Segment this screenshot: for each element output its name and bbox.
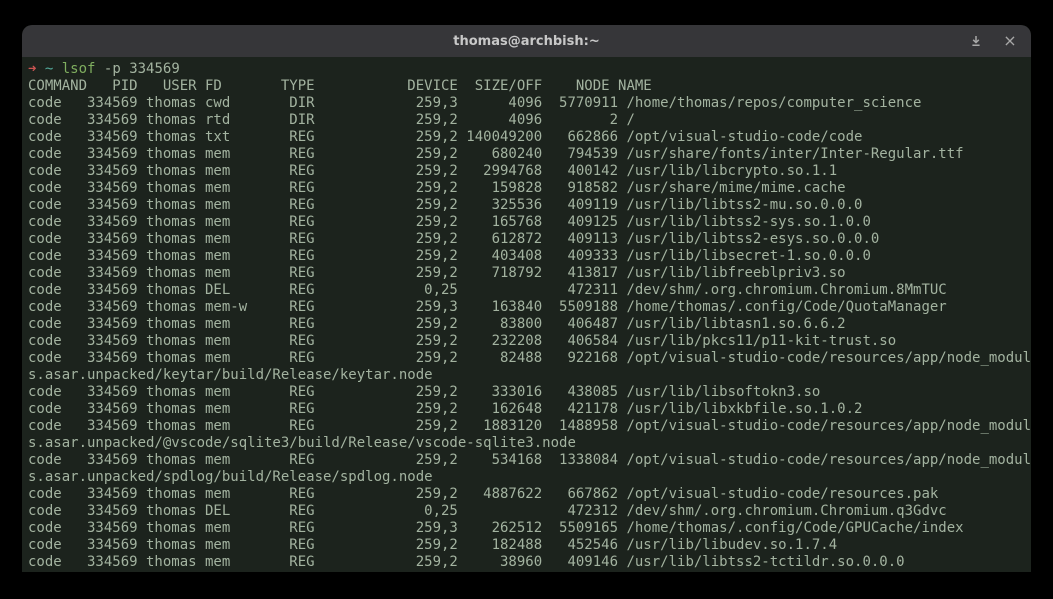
prompt-separator <box>36 61 44 77</box>
terminal-line: code 334569 thomas mem REG 259,2 403408 … <box>28 248 1031 265</box>
terminal-content[interactable]: ➜ ~ lsof -p 334569 COMMAND PID USER FD T… <box>22 57 1031 571</box>
terminal-line: code 334569 thomas mem REG 259,2 325536 … <box>28 197 1031 214</box>
window-controls: × <box>967 25 1019 57</box>
terminal-line: code 334569 thomas mem REG 259,3 262512 … <box>28 520 1031 537</box>
terminal-line: code 334569 thomas mem REG 259,2 159828 … <box>28 180 1031 197</box>
terminal-line: s.asar.unpacked/spdlog/build/Release/spd… <box>28 469 1031 486</box>
terminal-window: thomas@archbish:~ × ➜ ~ lsof -p 334569 C… <box>22 25 1031 572</box>
prompt-separator <box>95 61 103 77</box>
prompt-args: -p 334569 <box>104 61 180 77</box>
window-title: thomas@archbish:~ <box>453 34 599 49</box>
terminal-line: code 334569 thomas rtd DIR 259,2 4096 2 … <box>28 112 1031 129</box>
terminal-line: code 334569 thomas mem-w REG 259,3 16384… <box>28 299 1031 316</box>
terminal-line: code 334569 thomas DEL REG 0,25 472312 /… <box>28 503 1031 520</box>
terminal-line: code 334569 thomas mem REG 259,2 1883120… <box>28 418 1031 435</box>
titlebar[interactable]: thomas@archbish:~ × <box>22 25 1031 57</box>
terminal-line: code 334569 thomas mem REG 259,2 83800 4… <box>28 316 1031 333</box>
terminal-line: code 334569 thomas mem REG 259,2 165768 … <box>28 214 1031 231</box>
close-icon: × <box>1003 33 1016 49</box>
terminal-line: code 334569 thomas mem REG 259,2 82488 9… <box>28 350 1031 367</box>
terminal-line: code 334569 thomas mem REG 259,2 232208 … <box>28 333 1031 350</box>
close-button[interactable]: × <box>1001 32 1019 50</box>
terminal-line: code 334569 thomas DEL REG 0,25 472311 /… <box>28 282 1031 299</box>
prompt-separator <box>53 61 61 77</box>
download-button[interactable] <box>967 32 985 50</box>
terminal-line: code 334569 thomas mem REG 259,2 2994768… <box>28 163 1031 180</box>
terminal-line: code 334569 thomas mem REG 259,2 534168 … <box>28 452 1031 469</box>
terminal-line: code 334569 thomas txt REG 259,2 1400492… <box>28 129 1031 146</box>
terminal-line: code 334569 thomas mem REG 259,2 680240 … <box>28 146 1031 163</box>
terminal-line: code 334569 thomas mem REG 259,2 182488 … <box>28 537 1031 554</box>
terminal-line: s.asar.unpacked/keytar/build/Release/key… <box>28 367 1031 384</box>
prompt-line: ➜ ~ lsof -p 334569 <box>28 61 1031 78</box>
prompt-command: lsof <box>62 61 96 77</box>
lsof-header-row: COMMAND PID USER FD TYPE DEVICE SIZE/OFF… <box>28 78 1031 95</box>
terminal-line: code 334569 thomas cwd DIR 259,3 4096 57… <box>28 95 1031 112</box>
terminal-line: code 334569 thomas mem REG 259,2 4887622… <box>28 486 1031 503</box>
terminal-line: code 334569 thomas mem REG 259,2 333016 … <box>28 384 1031 401</box>
terminal-line: code 334569 thomas mem REG 259,2 718792 … <box>28 265 1031 282</box>
terminal-line: code 334569 thomas mem REG 259,2 38960 4… <box>28 554 1031 571</box>
terminal-line: code 334569 thomas mem REG 259,2 612872 … <box>28 231 1031 248</box>
lsof-output: code 334569 thomas cwd DIR 259,3 4096 57… <box>28 95 1031 571</box>
terminal-line: code 334569 thomas mem REG 259,2 162648 … <box>28 401 1031 418</box>
terminal-line: s.asar.unpacked/@vscode/sqlite3/build/Re… <box>28 435 1031 452</box>
download-icon <box>969 34 983 48</box>
